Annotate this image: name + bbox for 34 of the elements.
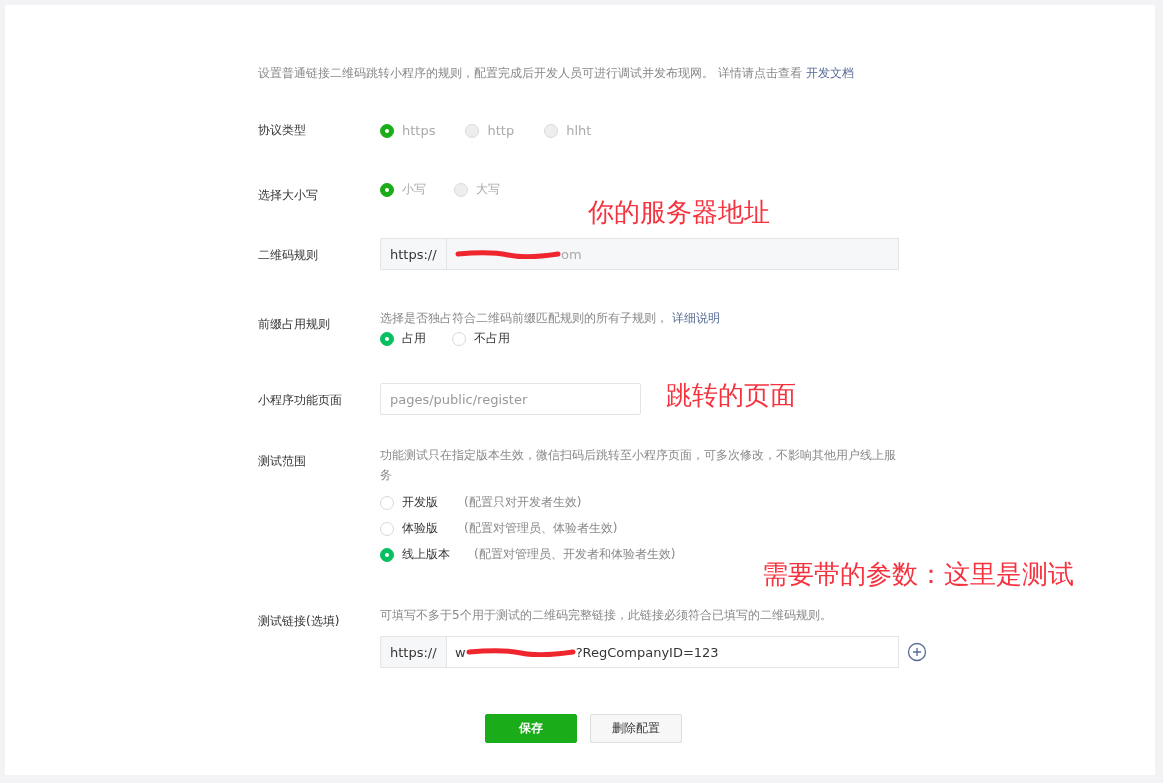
input-field[interactable]: w ?RegCompanyID=123 (446, 636, 899, 668)
radio-option[interactable]: 体验版 (配置对管理员、体验者生效) (380, 520, 905, 537)
field-label: 前缀占用规则 (258, 316, 331, 333)
field-label: 二维码规则 (258, 247, 319, 264)
option-note: (配置只对开发者生效) (464, 494, 582, 511)
radio-button[interactable] (380, 547, 394, 562)
radio-button[interactable] (380, 331, 394, 346)
delete-button[interactable]: 删除配置 (590, 714, 682, 743)
input-field[interactable]: pages/public/register (380, 383, 641, 415)
docs-link[interactable]: 开发文档 (805, 66, 854, 80)
annotation-text: 需要带的参数：这里是测试 (762, 558, 1074, 591)
field-label: 协议类型 (258, 122, 307, 139)
option-note: (配置对管理员、体验者生效) (464, 520, 618, 537)
annotation-text: 你的服务器地址 (588, 196, 770, 229)
field-label: 小程序功能页面 (258, 392, 343, 409)
hint-text: 选择是否独占符合二维码前缀匹配规则的所有子规则， 详细说明 (380, 310, 720, 327)
field-label: 测试范围 (258, 453, 307, 470)
field-label: 选择大小写 (258, 187, 319, 204)
save-button[interactable]: 保存 (485, 714, 577, 743)
annotation-text: 跳转的页面 (666, 379, 796, 412)
option-note: (配置对管理员、开发者和体验者生效) (474, 546, 676, 563)
radio-option[interactable]: 开发版 (配置只对开发者生效) (380, 494, 905, 511)
hint-text: 功能测试只在指定版本生效，微信扫码后跳转至小程序页面，可多次修改，不影响其他用户线上服务 (380, 447, 897, 484)
add-icon[interactable] (907, 642, 927, 662)
hint-text: 可填写不多于5个用于测试的二维码完整链接，此链接必须符合已填写的二维码规则。 (380, 607, 833, 624)
details-link[interactable]: 详细说明 (672, 311, 720, 325)
radio-option[interactable]: 占用 (380, 330, 426, 347)
radio-option[interactable]: 不占用 (452, 330, 510, 347)
field-label: 测试链接(选填) (258, 613, 341, 630)
protocol-prefix: https:// (380, 636, 446, 668)
radio-button[interactable] (380, 123, 394, 138)
protocol-prefix: https:// (380, 238, 446, 270)
radio-button[interactable] (380, 182, 394, 197)
intro-text: 设置普通链接二维码跳转小程序的规则，配置完成后开发人员可进行调试并发布现网。 详情请点击查看 开发文档 (258, 65, 855, 82)
